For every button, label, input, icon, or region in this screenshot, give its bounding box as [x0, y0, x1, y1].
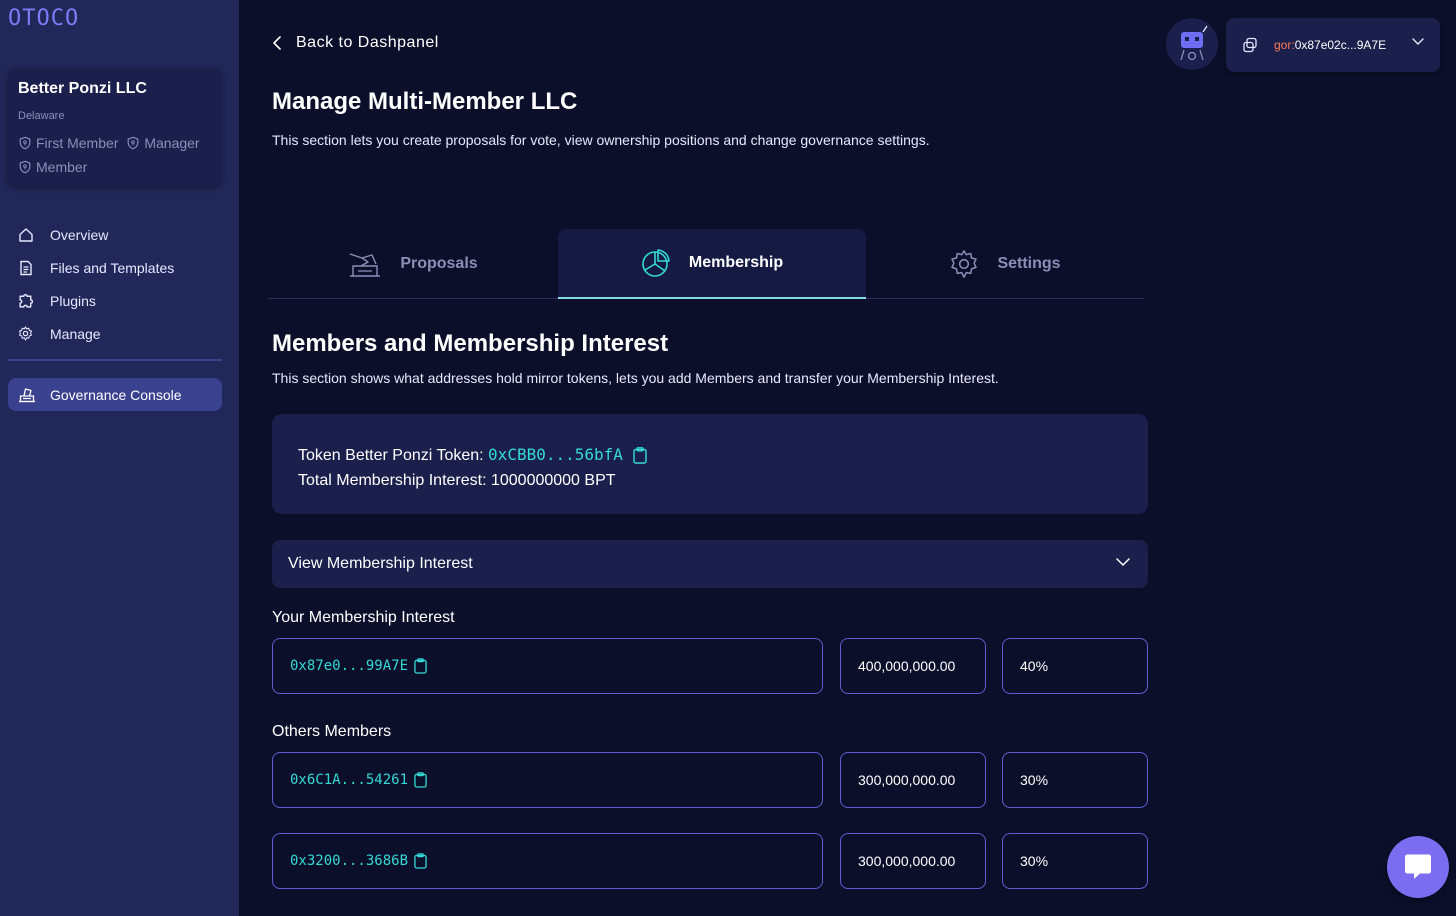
document-icon — [18, 260, 50, 276]
shield-icon — [127, 136, 139, 150]
role-badge: Manager — [126, 132, 200, 154]
sidebar-item-label: Files and Templates — [50, 259, 175, 276]
tab-label: Proposals — [400, 255, 478, 272]
shield-icon — [19, 136, 31, 150]
home-icon — [18, 227, 50, 243]
member-amount-field[interactable]: 400,000,000.00 — [840, 638, 986, 694]
token-card: Token Better Ponzi Token: 0xCBB0...56bfA… — [272, 414, 1148, 514]
page-description: This section lets you create proposals f… — [272, 132, 930, 148]
role-label: First Member — [36, 135, 119, 151]
sidebar-item-label: Manage — [50, 325, 101, 342]
tab-membership[interactable]: Membership — [558, 229, 866, 299]
avatar[interactable] — [1166, 18, 1218, 70]
puzzle-icon — [18, 292, 50, 309]
sidebar-item-label: Overview — [50, 226, 109, 243]
section-title: Members and Membership Interest — [272, 330, 669, 357]
member-amount: 300,000,000.00 — [858, 853, 956, 869]
member-amount-field[interactable]: 300,000,000.00 — [840, 752, 986, 808]
sidebar-nav: Overview Files and Templates Plugins Man… — [18, 218, 174, 350]
tab-proposals[interactable]: Proposals — [268, 229, 558, 299]
role-label: Member — [36, 159, 88, 175]
role-badge: Member — [18, 156, 87, 178]
others-members-label: Others Members — [272, 723, 392, 740]
clipboard-icon[interactable] — [414, 772, 427, 788]
member-amount: 300,000,000.00 — [858, 772, 956, 788]
token-label: Token Better Ponzi Token: — [298, 447, 484, 464]
company-roles: First Member Manager Member — [18, 132, 212, 180]
sidebar-item-manage[interactable]: Manage — [18, 317, 174, 350]
accordion-label: View Membership Interest — [288, 555, 473, 572]
robot-icon — [1180, 25, 1208, 61]
member-percent-field[interactable]: 30% — [1002, 752, 1148, 808]
chat-button[interactable] — [1387, 836, 1449, 898]
token-address[interactable]: 0xCBB0...56bfA — [488, 445, 623, 464]
tab-label: Membership — [688, 254, 784, 271]
sidebar: OTOCO Better Ponzi LLC Delaware First Me… — [0, 0, 239, 916]
page-title: Manage Multi-Member LLC — [272, 88, 578, 115]
member-address: 0x3200...3686B — [290, 853, 409, 869]
member-amount-field[interactable]: 300,000,000.00 — [840, 833, 986, 889]
member-address: 0x87e0...99A7E — [290, 658, 409, 674]
total-interest: Total Membership Interest: 1000000000 BP… — [298, 472, 616, 489]
sidebar-item-label: Plugins — [50, 292, 96, 309]
governance-tabs: Proposals Membership Settings — [268, 229, 1144, 299]
back-label: Back to Dashpanel — [296, 34, 439, 51]
company-jurisdiction: Delaware — [18, 110, 65, 122]
role-label: Manager — [144, 135, 200, 151]
pie-chart-icon — [642, 249, 670, 277]
gear-icon — [951, 250, 978, 278]
member-address-field[interactable]: 0x3200...3686B — [272, 833, 823, 889]
tab-label: Settings — [997, 255, 1061, 272]
wallet-network: gor: — [1274, 38, 1295, 52]
token-line: Token Better Ponzi Token: 0xCBB0...56bfA — [298, 442, 1122, 468]
clipboard-icon[interactable] — [633, 447, 648, 464]
chat-bubble-icon — [1405, 854, 1431, 879]
member-percent-field[interactable]: 30% — [1002, 833, 1148, 889]
wallet-address: 0x87e02c...9A7E — [1294, 38, 1387, 52]
sidebar-item-files-and-templates[interactable]: Files and Templates — [18, 251, 174, 284]
chevron-down-icon — [1116, 558, 1130, 567]
member-amount: 400,000,000.00 — [858, 658, 956, 674]
copy-icon[interactable] — [1242, 37, 1258, 53]
clipboard-icon[interactable] — [414, 853, 427, 869]
otoco-logo[interactable]: OTOCO — [8, 6, 79, 31]
company-name: Better Ponzi LLC — [18, 80, 147, 97]
sidebar-item-overview[interactable]: Overview — [18, 218, 174, 251]
member-percent-field[interactable]: 40% — [1002, 638, 1148, 694]
chevron-left-icon — [273, 36, 281, 50]
clipboard-icon[interactable] — [414, 658, 427, 674]
shield-icon — [19, 160, 31, 174]
back-to-dashpanel-link[interactable]: Back to Dashpanel — [272, 34, 439, 52]
sidebar-item-governance-console[interactable]: Governance Console — [8, 378, 222, 411]
gear-icon — [18, 326, 50, 341]
ballot-icon — [18, 387, 50, 403]
sidebar-item-label: Governance Console — [50, 386, 182, 403]
company-card[interactable]: Better Ponzi LLC Delaware First Member M… — [8, 68, 222, 186]
chevron-down-icon[interactable] — [1412, 38, 1424, 46]
view-membership-interest-toggle[interactable]: View Membership Interest — [272, 540, 1148, 588]
member-percent: 30% — [1020, 772, 1049, 788]
your-interest-label: Your Membership Interest — [272, 609, 455, 626]
ballot-icon — [350, 253, 381, 277]
section-description: This section shows what addresses hold m… — [272, 370, 999, 386]
role-badge: First Member — [18, 132, 118, 154]
member-percent: 30% — [1020, 853, 1049, 869]
member-address-field[interactable]: 0x87e0...99A7E — [272, 638, 823, 694]
wallet-selector[interactable]: gor: 0x87e02c...9A7E — [1226, 18, 1440, 72]
member-address: 0x6C1A...54261 — [290, 772, 409, 788]
member-address-field[interactable]: 0x6C1A...54261 — [272, 752, 823, 808]
sidebar-item-plugins[interactable]: Plugins — [18, 284, 174, 317]
member-percent: 40% — [1020, 658, 1049, 674]
tab-settings[interactable]: Settings — [866, 229, 1144, 299]
sidebar-divider — [8, 359, 222, 361]
